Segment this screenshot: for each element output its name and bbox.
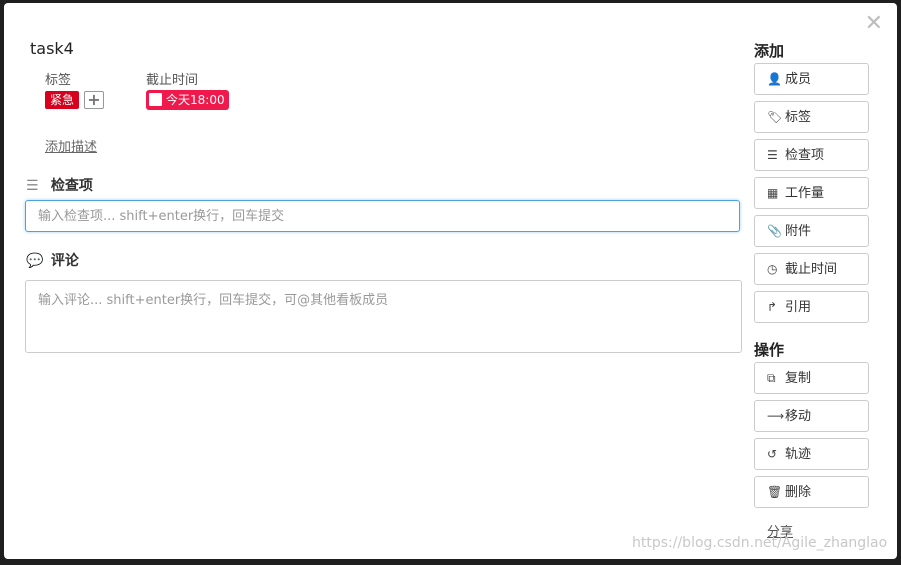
comment-icon: 💬 (26, 253, 44, 269)
trash-icon: 🗑 (767, 485, 783, 499)
add-description-link[interactable]: 添加描述 (45, 136, 97, 155)
watermark: https://blog.csdn.net/Agile_zhanglao (632, 535, 888, 551)
members-button-label: 成员 (785, 72, 812, 87)
checklist-button-label: 检查项 (785, 148, 825, 163)
workload-button[interactable]: ▦ 工作量 (754, 177, 869, 209)
comment-input[interactable]: 输入评论... shift+enter换行，回车提交，可@其他看板成员 (25, 280, 742, 353)
checklist-input[interactable]: 输入检查项... shift+enter换行，回车提交 (25, 200, 740, 232)
due-label: 截止时间 (146, 73, 199, 88)
due-date-button[interactable]: ◷ 截止时间 (754, 253, 869, 285)
close-icon[interactable]: ✕ (865, 13, 883, 35)
add-tag-icon[interactable]: + (84, 91, 104, 109)
reference-button-label: 引用 (785, 300, 812, 315)
members-button[interactable]: 👤 成员 (754, 63, 869, 95)
checklist-heading-text: 检查项 (50, 178, 93, 194)
delete-button[interactable]: 🗑 删除 (754, 476, 869, 508)
clock-icon: ◷ (767, 262, 778, 276)
share-arrow-icon: ↱ (767, 300, 778, 314)
task-title[interactable]: task4 (30, 39, 74, 58)
copy-button[interactable]: ⧉ 复制 (754, 362, 869, 394)
copy-icon: ⧉ (767, 371, 776, 385)
move-button[interactable]: ⟶移动 (754, 400, 869, 432)
move-button-label: 移动 (785, 409, 812, 424)
list-icon: ☰ (767, 148, 778, 162)
tag-icon: 🏷 (767, 110, 783, 124)
checklist-button[interactable]: ☰ 检查项 (754, 139, 869, 171)
attachment-button-label: 附件 (785, 224, 812, 239)
delete-button-label: 删除 (785, 485, 812, 500)
attachment-button[interactable]: 📎 附件 (754, 215, 869, 247)
history-icon: ↺ (767, 447, 778, 461)
copy-button-label: 复制 (785, 371, 812, 386)
user-plus-icon: 👤 (767, 72, 782, 86)
paperclip-icon: 📎 (767, 224, 782, 238)
tag-urgent[interactable]: 紧急 (45, 91, 80, 109)
task-dialog: ✕ task4 标签 截止时间 紧急 + 今天18:00 添加描述 ☰ 检查项 … (4, 3, 897, 559)
tags-button[interactable]: 🏷 标签 (754, 101, 869, 133)
comment-placeholder: 输入评论... shift+enter换行，回车提交，可@其他看板成员 (38, 293, 389, 308)
arrow-right-icon: ⟶ (767, 409, 785, 423)
comment-heading-text: 评论 (50, 253, 79, 269)
due-checkbox[interactable] (149, 93, 162, 106)
list-icon: ☰ (26, 178, 39, 194)
history-button[interactable]: ↺ 轨迹 (754, 438, 869, 470)
workload-button-label: 工作量 (785, 186, 825, 201)
due-date-badge[interactable]: 今天18:00 (146, 90, 229, 110)
due-date-value: 今天18:00 (166, 93, 225, 107)
tags-button-label: 标签 (785, 110, 812, 125)
operations-heading: 操作 (754, 341, 785, 359)
due-date-button-label: 截止时间 (785, 262, 838, 277)
reference-button[interactable]: ↱ 引用 (754, 291, 869, 323)
comment-heading: 💬 评论 (26, 250, 79, 270)
add-heading: 添加 (754, 42, 785, 60)
checklist-placeholder: 输入检查项... shift+enter换行，回车提交 (38, 209, 285, 224)
history-button-label: 轨迹 (785, 447, 812, 462)
checklist-heading: ☰ 检查项 (26, 175, 93, 195)
tags-label: 标签 (45, 73, 72, 88)
grid-icon: ▦ (767, 186, 779, 200)
